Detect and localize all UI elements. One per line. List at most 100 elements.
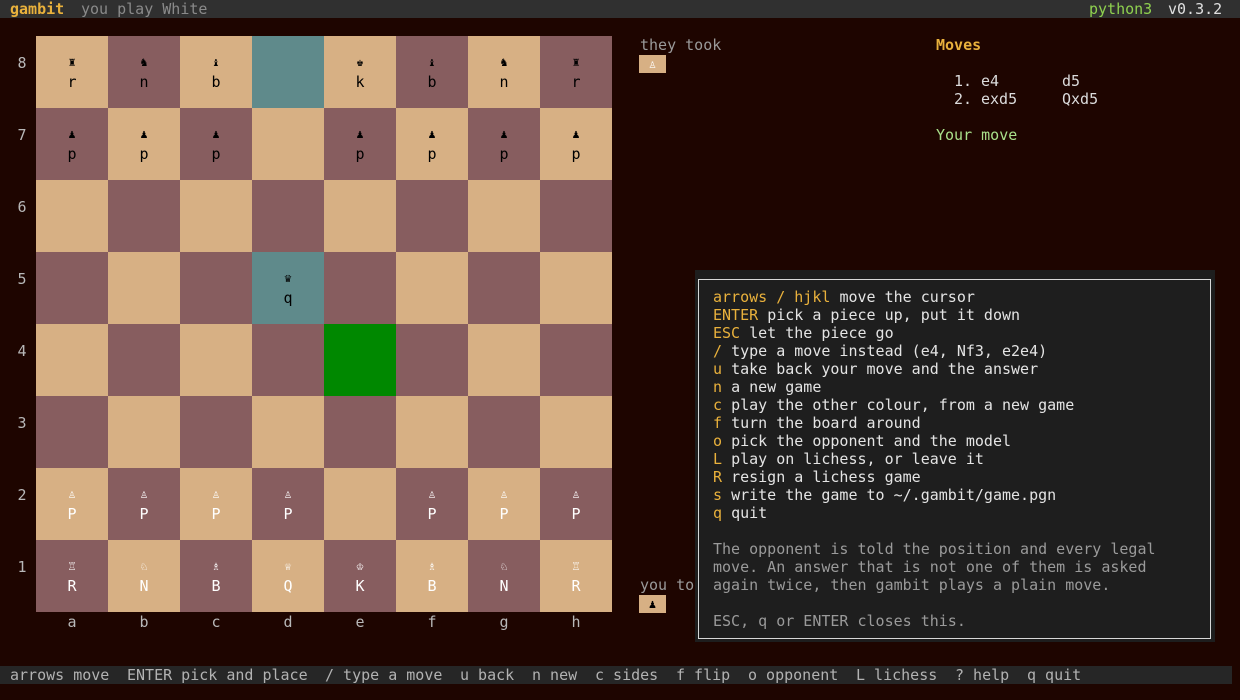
square-f3[interactable]: [396, 396, 468, 468]
piece-r-icon: ♜: [68, 55, 76, 69]
square-b2[interactable]: ♙ P: [108, 468, 180, 540]
square-a4[interactable]: [36, 324, 108, 396]
square-d8[interactable]: [252, 36, 324, 108]
square-e6[interactable]: [324, 180, 396, 252]
piece-Q-icon: ♕: [284, 559, 292, 573]
square-d5[interactable]: ♛ q: [252, 252, 324, 324]
square-g6[interactable]: [468, 180, 540, 252]
piece-P-icon: ♙: [284, 487, 292, 501]
move-number: 1.: [954, 72, 973, 90]
chess-board[interactable]: ♜ r ♞ n ♝ b ♚ k ♝ b ♞ n ♜ r ♟ p ♟ p ♟ p ♟ p ♟ p ♟ p ♟ p ♛ q ♙ P ♙ P ♙ P ♙ P ♙ P…: [36, 36, 612, 612]
square-d4[interactable]: [252, 324, 324, 396]
file-label: c: [211, 613, 221, 631]
square-g2[interactable]: ♙ P: [468, 468, 540, 540]
help-panel: arrows / hjkl move the cursor ENTER pick …: [698, 279, 1211, 639]
square-a2[interactable]: ♙ P: [36, 468, 108, 540]
white-move: e4: [981, 72, 1000, 90]
square-a3[interactable]: [36, 396, 108, 468]
square-d6[interactable]: [252, 180, 324, 252]
square-f7[interactable]: ♟ p: [396, 108, 468, 180]
square-g8[interactable]: ♞ n: [468, 36, 540, 108]
footer-hint: n new: [532, 666, 578, 684]
square-h1[interactable]: ♖ R: [540, 540, 612, 612]
square-e1[interactable]: ♔ K: [324, 540, 396, 612]
square-h6[interactable]: [540, 180, 612, 252]
square-f8[interactable]: ♝ b: [396, 36, 468, 108]
help-line: L play on lichess, or leave it: [713, 450, 984, 468]
square-f2[interactable]: ♙ P: [396, 468, 468, 540]
square-c3[interactable]: [180, 396, 252, 468]
square-b7[interactable]: ♟ p: [108, 108, 180, 180]
piece-letter: k: [355, 73, 365, 91]
square-b4[interactable]: [108, 324, 180, 396]
square-g5[interactable]: [468, 252, 540, 324]
help-desc: pick the opponent and the model: [731, 432, 1012, 450]
piece-p-icon: ♟: [68, 127, 76, 141]
footer-hint: o opponent: [748, 666, 839, 684]
status-message: Your move: [936, 126, 1018, 144]
piece-letter: q: [283, 289, 293, 307]
file-label: d: [283, 613, 293, 631]
square-g4[interactable]: [468, 324, 540, 396]
square-c4[interactable]: [180, 324, 252, 396]
piece-p-icon: ♟: [140, 127, 148, 141]
help-dialog[interactable]: arrows / hjkl move the cursor ENTER pick …: [695, 270, 1215, 642]
square-c2[interactable]: ♙ P: [180, 468, 252, 540]
square-a8[interactable]: ♜ r: [36, 36, 108, 108]
square-e7[interactable]: ♟ p: [324, 108, 396, 180]
square-f5[interactable]: [396, 252, 468, 324]
square-c7[interactable]: ♟ p: [180, 108, 252, 180]
square-f6[interactable]: [396, 180, 468, 252]
piece-letter: K: [355, 577, 365, 595]
square-a1[interactable]: ♖ R: [36, 540, 108, 612]
square-c1[interactable]: ♗ B: [180, 540, 252, 612]
file-label: g: [499, 613, 509, 631]
help-desc: let the piece go: [749, 324, 894, 342]
help-note-line: again twice, then gambit plays a plain m…: [713, 576, 1111, 594]
square-b8[interactable]: ♞ n: [108, 36, 180, 108]
square-h3[interactable]: [540, 396, 612, 468]
piece-letter: P: [427, 505, 437, 523]
piece-letter: P: [67, 505, 77, 523]
help-key: s: [713, 486, 723, 504]
square-g3[interactable]: [468, 396, 540, 468]
square-e4[interactable]: [324, 324, 396, 396]
square-e8[interactable]: ♚ k: [324, 36, 396, 108]
square-d3[interactable]: [252, 396, 324, 468]
square-b3[interactable]: [108, 396, 180, 468]
square-g7[interactable]: ♟ p: [468, 108, 540, 180]
square-c8[interactable]: ♝ b: [180, 36, 252, 108]
piece-letter: P: [283, 505, 293, 523]
square-h8[interactable]: ♜ r: [540, 36, 612, 108]
rank-label: 7: [17, 126, 27, 144]
square-e3[interactable]: [324, 396, 396, 468]
piece-q-icon: ♛: [284, 271, 292, 285]
square-b5[interactable]: [108, 252, 180, 324]
square-f4[interactable]: [396, 324, 468, 396]
square-a7[interactable]: ♟ p: [36, 108, 108, 180]
square-c5[interactable]: [180, 252, 252, 324]
square-h7[interactable]: ♟ p: [540, 108, 612, 180]
piece-letter: p: [427, 145, 437, 163]
square-d7[interactable]: [252, 108, 324, 180]
square-e2[interactable]: [324, 468, 396, 540]
footer-hint: q quit: [1027, 666, 1082, 684]
square-h2[interactable]: ♙ P: [540, 468, 612, 540]
help-key: o: [713, 432, 723, 450]
square-e5[interactable]: [324, 252, 396, 324]
square-h5[interactable]: [540, 252, 612, 324]
square-d2[interactable]: ♙ P: [252, 468, 324, 540]
rank-label: 3: [17, 414, 27, 432]
square-b1[interactable]: ♘ N: [108, 540, 180, 612]
square-g1[interactable]: ♘ N: [468, 540, 540, 612]
square-f1[interactable]: ♗ B: [396, 540, 468, 612]
piece-p-icon: ♟: [356, 127, 364, 141]
square-h4[interactable]: [540, 324, 612, 396]
square-d1[interactable]: ♕ Q: [252, 540, 324, 612]
square-a6[interactable]: [36, 180, 108, 252]
square-b6[interactable]: [108, 180, 180, 252]
square-c6[interactable]: [180, 180, 252, 252]
square-a5[interactable]: [36, 252, 108, 324]
help-desc: turn the board around: [731, 414, 921, 432]
help-line: n a new game: [713, 378, 821, 396]
